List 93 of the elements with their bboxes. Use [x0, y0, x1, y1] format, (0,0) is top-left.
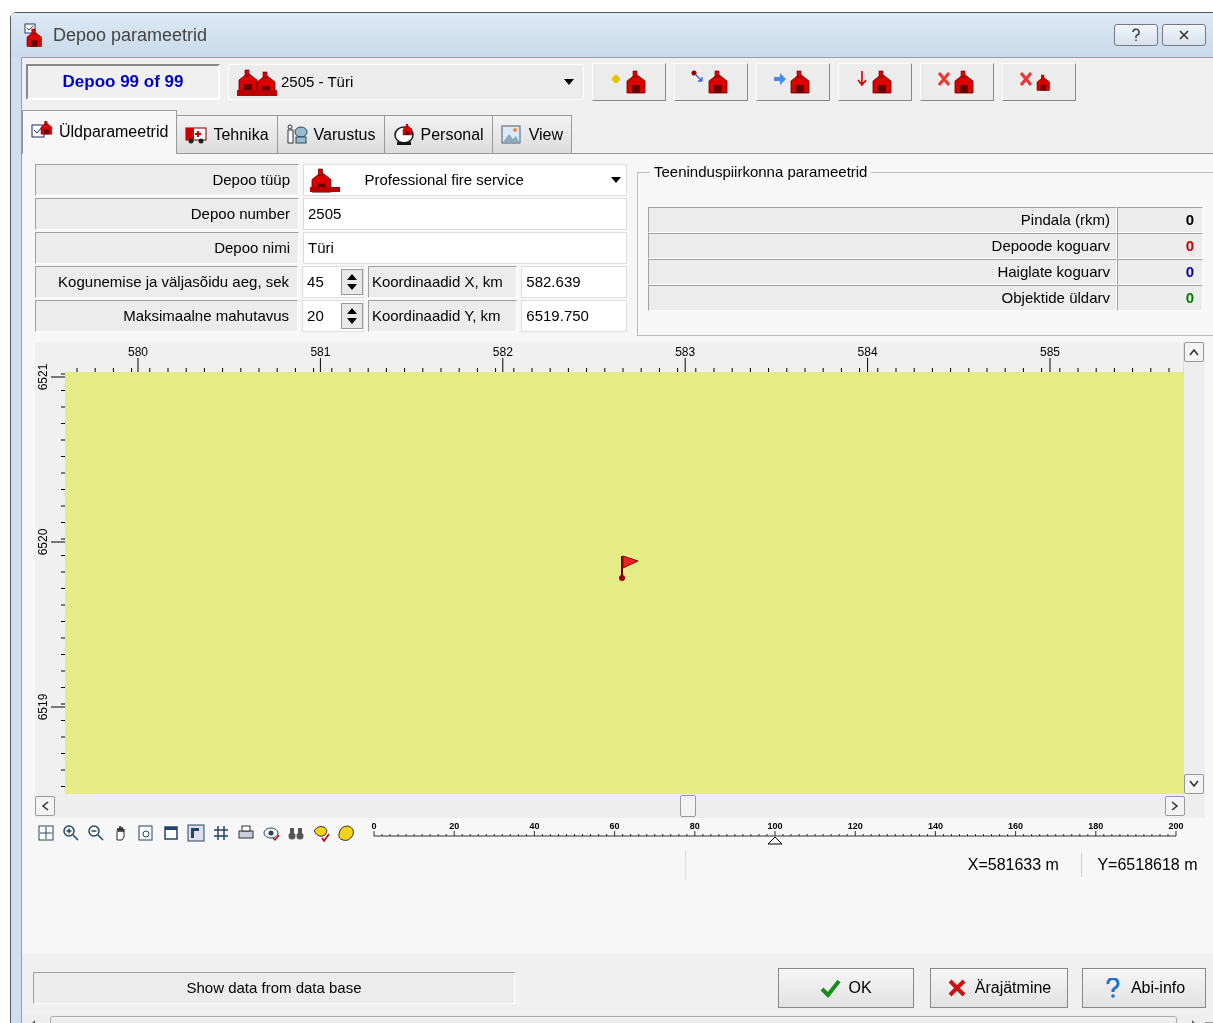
input-field[interactable]: 582.639 — [521, 266, 627, 298]
chevron-down-icon — [1189, 780, 1199, 788]
layout-icon[interactable] — [187, 824, 205, 842]
field-label: Maksimaalne mahutavus — [35, 300, 299, 332]
chevron-right-icon — [1171, 801, 1179, 811]
grid-icon[interactable] — [212, 824, 230, 842]
chevron-up-icon — [1189, 348, 1199, 356]
check-icon — [820, 978, 843, 998]
chevron-left-icon — [41, 801, 49, 811]
toolbar-button[interactable] — [674, 63, 748, 101]
station-icon — [308, 167, 342, 193]
flag-icon[interactable] — [619, 555, 639, 581]
input-field[interactable]: 6519.750 — [521, 300, 627, 332]
toolbar-button[interactable] — [920, 63, 994, 101]
ruler-label: 585 — [1040, 345, 1060, 359]
toolbar-button[interactable] — [1002, 63, 1076, 101]
caret-icon — [610, 176, 622, 184]
stat-label: Haiglate koguarv — [648, 259, 1117, 285]
window-title: Depoo parameetrid — [53, 23, 208, 47]
delete-house-icon — [937, 69, 977, 95]
toolbar-button[interactable] — [838, 63, 912, 101]
field-label: Koordinaadid Y, km — [367, 300, 518, 332]
eye-icon[interactable] — [262, 824, 280, 842]
stat-value: 0 — [1117, 233, 1203, 259]
input-field[interactable]: 2505 — [303, 198, 627, 230]
window-icon[interactable] — [162, 824, 180, 842]
vertical-scrollbar[interactable] — [1183, 342, 1205, 794]
tab[interactable]: Personal — [383, 115, 493, 153]
stat-value: 0 — [1117, 259, 1203, 285]
station-icon — [237, 68, 277, 96]
stat-value: 0 — [1117, 207, 1203, 233]
tab[interactable]: Varustus — [276, 115, 385, 153]
help-button[interactable] — [1113, 24, 1158, 46]
ruler-label: 581 — [310, 345, 331, 359]
coordinate-readout: Y=6518618 m — [1096, 855, 1199, 875]
caret-icon — [563, 78, 575, 86]
scroll-thumb[interactable] — [680, 795, 696, 817]
shape-check-icon[interactable] — [312, 824, 330, 842]
coordinate-readout: X=581633 m — [945, 853, 1083, 877]
scroll-left-button[interactable] — [35, 796, 55, 816]
field-label: Depoo tüüp — [35, 164, 299, 196]
zoom-out-icon[interactable] — [87, 824, 105, 842]
ruler-label: 6521 — [36, 363, 50, 391]
dialog-button[interactable]: OK — [778, 968, 914, 1008]
ruler-label: 6519 — [36, 693, 50, 721]
dialog-button[interactable]: Abi-info — [1082, 968, 1206, 1008]
help-icon — [1130, 28, 1141, 42]
stat-label: Pindala (rkm) — [648, 207, 1117, 233]
zoom-window-icon[interactable] — [137, 824, 155, 842]
spin-field[interactable]: 45 — [302, 266, 364, 298]
info-message: Show data from data base — [33, 972, 515, 1004]
stat-value: 0 — [1117, 285, 1203, 311]
field-label: Koordinaadid X, km — [367, 266, 518, 298]
scroll-right-button[interactable] — [1165, 796, 1185, 816]
ruler-label: 580 — [128, 345, 148, 359]
zoom-scale[interactable]: 0 20 40 60 80 100 120 140 160 180 200 — [369, 820, 1190, 846]
ruler-label: 584 — [857, 345, 878, 359]
ruler-label: 583 — [675, 345, 696, 359]
close-icon — [1177, 29, 1190, 41]
shape-icon[interactable] — [337, 824, 355, 842]
field-label: Depoo nimi — [35, 232, 299, 264]
ruler-label: 6520 — [36, 528, 50, 556]
equipment-icon — [285, 123, 308, 146]
input-field[interactable]: Türi — [303, 232, 627, 264]
toolbar-button[interactable] — [756, 63, 830, 101]
stat-label: Depoode koguarv — [648, 233, 1117, 259]
scale-thumb[interactable] — [767, 836, 782, 845]
swap-house-icon — [855, 69, 895, 95]
spin-field[interactable]: 20 — [302, 300, 364, 332]
picture-icon — [500, 123, 523, 146]
field-label: Kogunemise ja väljasõidu aeg, sek — [35, 266, 299, 298]
tab[interactable]: Üldparameetrid — [22, 110, 178, 154]
toolbar-button[interactable] — [592, 63, 666, 101]
field-label: Depoo number — [35, 198, 299, 230]
zoom-in-icon[interactable] — [62, 824, 80, 842]
close-button[interactable] — [1161, 24, 1206, 46]
ruler-label: 582 — [492, 345, 513, 359]
scroll-up-button[interactable] — [1184, 342, 1204, 362]
type-dropdown[interactable]: Professional fire service — [303, 164, 627, 196]
spinner-icon[interactable] — [345, 272, 358, 292]
stat-label: Objektide üldarv — [648, 285, 1117, 311]
tab[interactable]: View — [491, 115, 573, 153]
tab[interactable]: Tehnika — [176, 115, 278, 153]
arrow-house-icon — [773, 69, 813, 95]
station-dropdown[interactable]: 2505 - Türi — [228, 64, 584, 100]
add-house-icon — [609, 69, 649, 95]
record-counter: Depoo 99 of 99 — [26, 64, 220, 100]
spinner-icon[interactable] — [345, 306, 358, 326]
scroll-down-button[interactable] — [1184, 774, 1204, 794]
printer-icon[interactable] — [237, 824, 255, 842]
dialog-button[interactable]: Ärajätmine — [930, 968, 1068, 1008]
locate-house-icon — [691, 69, 731, 95]
fit-extent-icon[interactable] — [37, 824, 55, 842]
